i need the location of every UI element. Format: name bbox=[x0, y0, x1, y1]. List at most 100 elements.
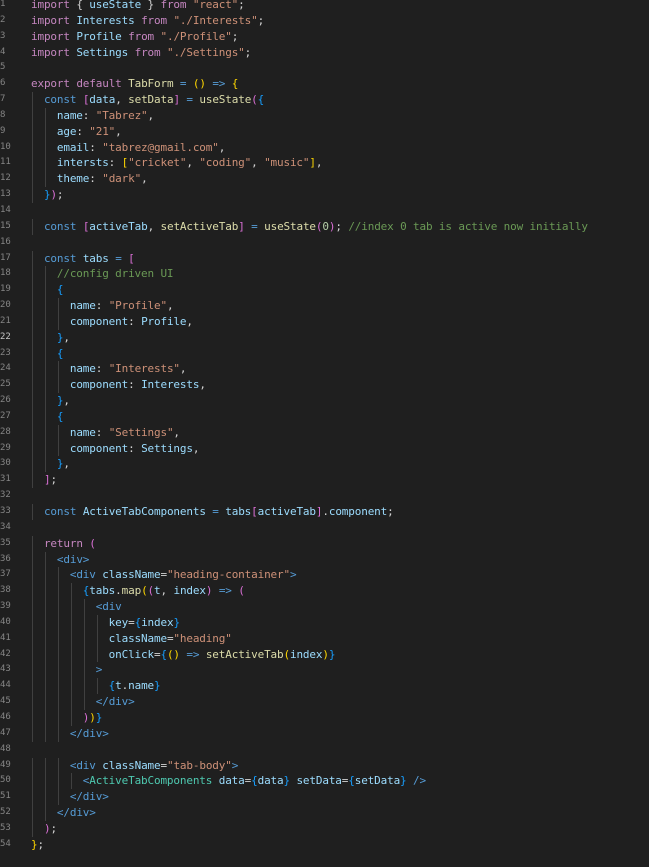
code-line[interactable]: 20 name: "Profile", bbox=[0, 298, 649, 314]
code-line[interactable]: 46 ))} bbox=[0, 709, 649, 726]
punctuation-token: : bbox=[82, 108, 96, 122]
identifier-token: component bbox=[69, 378, 129, 392]
line-number: 1 bbox=[0, 0, 6, 9]
line-text: const [activeTab, setActiveTab] = useSta… bbox=[31, 219, 588, 235]
code-line[interactable]: 34 bbox=[0, 520, 649, 536]
line-number: 12 bbox=[0, 173, 11, 184]
identifier-token: data bbox=[89, 93, 116, 107]
code-line[interactable]: 50 <ActiveTabComponents data={data} setD… bbox=[0, 773, 649, 790]
identifier-token: component bbox=[328, 505, 388, 518]
punctuation-token bbox=[31, 759, 70, 772]
code-line[interactable]: 27 { bbox=[0, 408, 649, 425]
code-line[interactable]: 10 email: "tabrez@gmail.com", bbox=[0, 139, 649, 156]
punctuation-token bbox=[31, 790, 70, 803]
code-line[interactable]: 53 ); bbox=[0, 820, 649, 837]
code-line[interactable]: 24 name: "Interests", bbox=[0, 361, 649, 378]
line-number: 6 bbox=[0, 78, 6, 89]
code-line[interactable]: 19 { bbox=[0, 282, 649, 299]
line-number: 14 bbox=[0, 204, 11, 215]
code-line[interactable]: 33 const ActiveTabComponents = tabs[acti… bbox=[0, 504, 649, 520]
punctuation-token bbox=[31, 93, 44, 106]
punctuation-token bbox=[31, 727, 70, 740]
punctuation-token: , bbox=[186, 314, 193, 328]
bracket-token: { bbox=[56, 283, 64, 297]
code-line[interactable]: 30 }, bbox=[0, 456, 649, 473]
code-line[interactable]: 35 return ( bbox=[0, 535, 649, 552]
identifier-token: setData bbox=[296, 774, 342, 788]
code-line[interactable]: 3 import Profile from "./Profile"; bbox=[0, 29, 649, 45]
comment-token: //config driven UI bbox=[56, 267, 174, 281]
code-line[interactable]: 8 name: "Tabrez", bbox=[0, 107, 649, 124]
keyword-token: const bbox=[43, 505, 77, 518]
line-number: 15 bbox=[0, 220, 11, 231]
code-line[interactable]: 22 }, bbox=[0, 329, 649, 346]
code-line[interactable]: 43 > bbox=[0, 662, 649, 679]
code-line[interactable]: 23 { bbox=[0, 345, 649, 362]
identifier-token: useState bbox=[89, 0, 142, 11]
punctuation-token: ; bbox=[50, 821, 57, 835]
code-line[interactable]: 1 import { useState } from "react"; bbox=[0, 0, 649, 13]
bracket-token: () bbox=[192, 77, 206, 91]
code-line[interactable]: 39 <div bbox=[0, 599, 649, 615]
keyword-token: export bbox=[31, 77, 70, 91]
code-line[interactable]: 47 </div> bbox=[0, 725, 649, 742]
line-number: 37 bbox=[0, 569, 11, 580]
code-line[interactable]: 9 age: "21", bbox=[0, 123, 649, 140]
code-line[interactable]: 2 import Interests from "./Interests"; bbox=[0, 13, 649, 29]
identifier-token: index bbox=[289, 647, 323, 661]
punctuation-token bbox=[31, 394, 57, 407]
code-line[interactable]: 48 bbox=[0, 742, 649, 758]
code-line[interactable]: 49 <div className="tab-body"> bbox=[0, 757, 649, 774]
code-line[interactable]: 13 }); bbox=[0, 187, 649, 203]
code-line[interactable]: 32 bbox=[0, 488, 649, 504]
code-line[interactable]: 15 const [activeTab, setActiveTab] = use… bbox=[0, 218, 649, 235]
code-line[interactable]: 4 import Settings from "./Settings"; bbox=[0, 45, 649, 61]
code-line[interactable]: 11 intersts: ["cricket", "coding", "musi… bbox=[0, 155, 649, 172]
function-token: TabForm bbox=[128, 77, 174, 91]
line-number: 32 bbox=[0, 490, 11, 501]
code-editor[interactable]: 1 import { useState } from "react"; 2 impor… bbox=[0, 0, 649, 867]
line-number: 38 bbox=[0, 585, 11, 596]
code-line[interactable]: 29 component: Settings, bbox=[0, 440, 649, 457]
code-line[interactable]: 54}; bbox=[0, 837, 649, 853]
code-line[interactable]: 21 component: Profile, bbox=[0, 313, 649, 330]
code-line[interactable]: 41 className="heading" bbox=[0, 630, 649, 647]
punctuation-token: , bbox=[63, 394, 70, 408]
code-line[interactable]: 17 const tabs = [ bbox=[0, 250, 649, 267]
function-token: useState bbox=[264, 219, 316, 233]
punctuation-token: , bbox=[166, 299, 174, 313]
code-line[interactable]: 51 </div> bbox=[0, 789, 649, 806]
jsx-tag-token: div bbox=[69, 806, 90, 820]
line-number: 26 bbox=[0, 395, 11, 406]
keyword-token: import bbox=[31, 13, 70, 27]
code-line[interactable]: 5 bbox=[0, 60, 649, 76]
code-line[interactable]: 52 </div> bbox=[0, 805, 649, 821]
code-line[interactable]: 38 {tabs.map((t, index) => ( bbox=[0, 583, 649, 600]
code-line[interactable]: 31 ]; bbox=[0, 472, 649, 489]
code-line[interactable]: 28 name: "Settings", bbox=[0, 424, 649, 441]
code-line[interactable]: 12 theme: "dark", bbox=[0, 171, 649, 188]
code-line[interactable]: 37 <div className="heading-container"> bbox=[0, 567, 649, 584]
punctuation-token bbox=[31, 299, 70, 312]
code-line[interactable]: 45 </div> bbox=[0, 694, 649, 710]
code-line[interactable]: 25 component: Interests, bbox=[0, 377, 649, 394]
line-number: 45 bbox=[0, 696, 11, 707]
code-line[interactable]: 14 bbox=[0, 203, 649, 219]
code-line[interactable]: 36 <div> bbox=[0, 551, 649, 568]
code-line[interactable]: 44 {t.name} bbox=[0, 678, 649, 695]
keyword-token: => bbox=[218, 584, 232, 598]
punctuation-token: , bbox=[186, 156, 200, 170]
line-text: ))} bbox=[31, 710, 103, 726]
code-line[interactable]: 18 //config driven UI bbox=[0, 266, 649, 283]
punctuation-token: : bbox=[95, 299, 109, 313]
code-line[interactable]: 26 }, bbox=[0, 393, 649, 409]
line-number: 16 bbox=[0, 236, 11, 247]
code-line[interactable]: 6 export default TabForm = () => { bbox=[0, 76, 649, 92]
code-line[interactable]: 7 const [data, setData] = useState({ bbox=[0, 92, 649, 108]
punctuation-token bbox=[31, 774, 83, 787]
code-line[interactable]: 40 key={index} bbox=[0, 614, 649, 631]
identifier-token: theme bbox=[56, 172, 90, 186]
code-line[interactable]: 16 bbox=[0, 235, 649, 251]
code-line[interactable]: 42 onClick={() => setActiveTab(index)} bbox=[0, 646, 649, 663]
function-token: map bbox=[121, 584, 142, 598]
